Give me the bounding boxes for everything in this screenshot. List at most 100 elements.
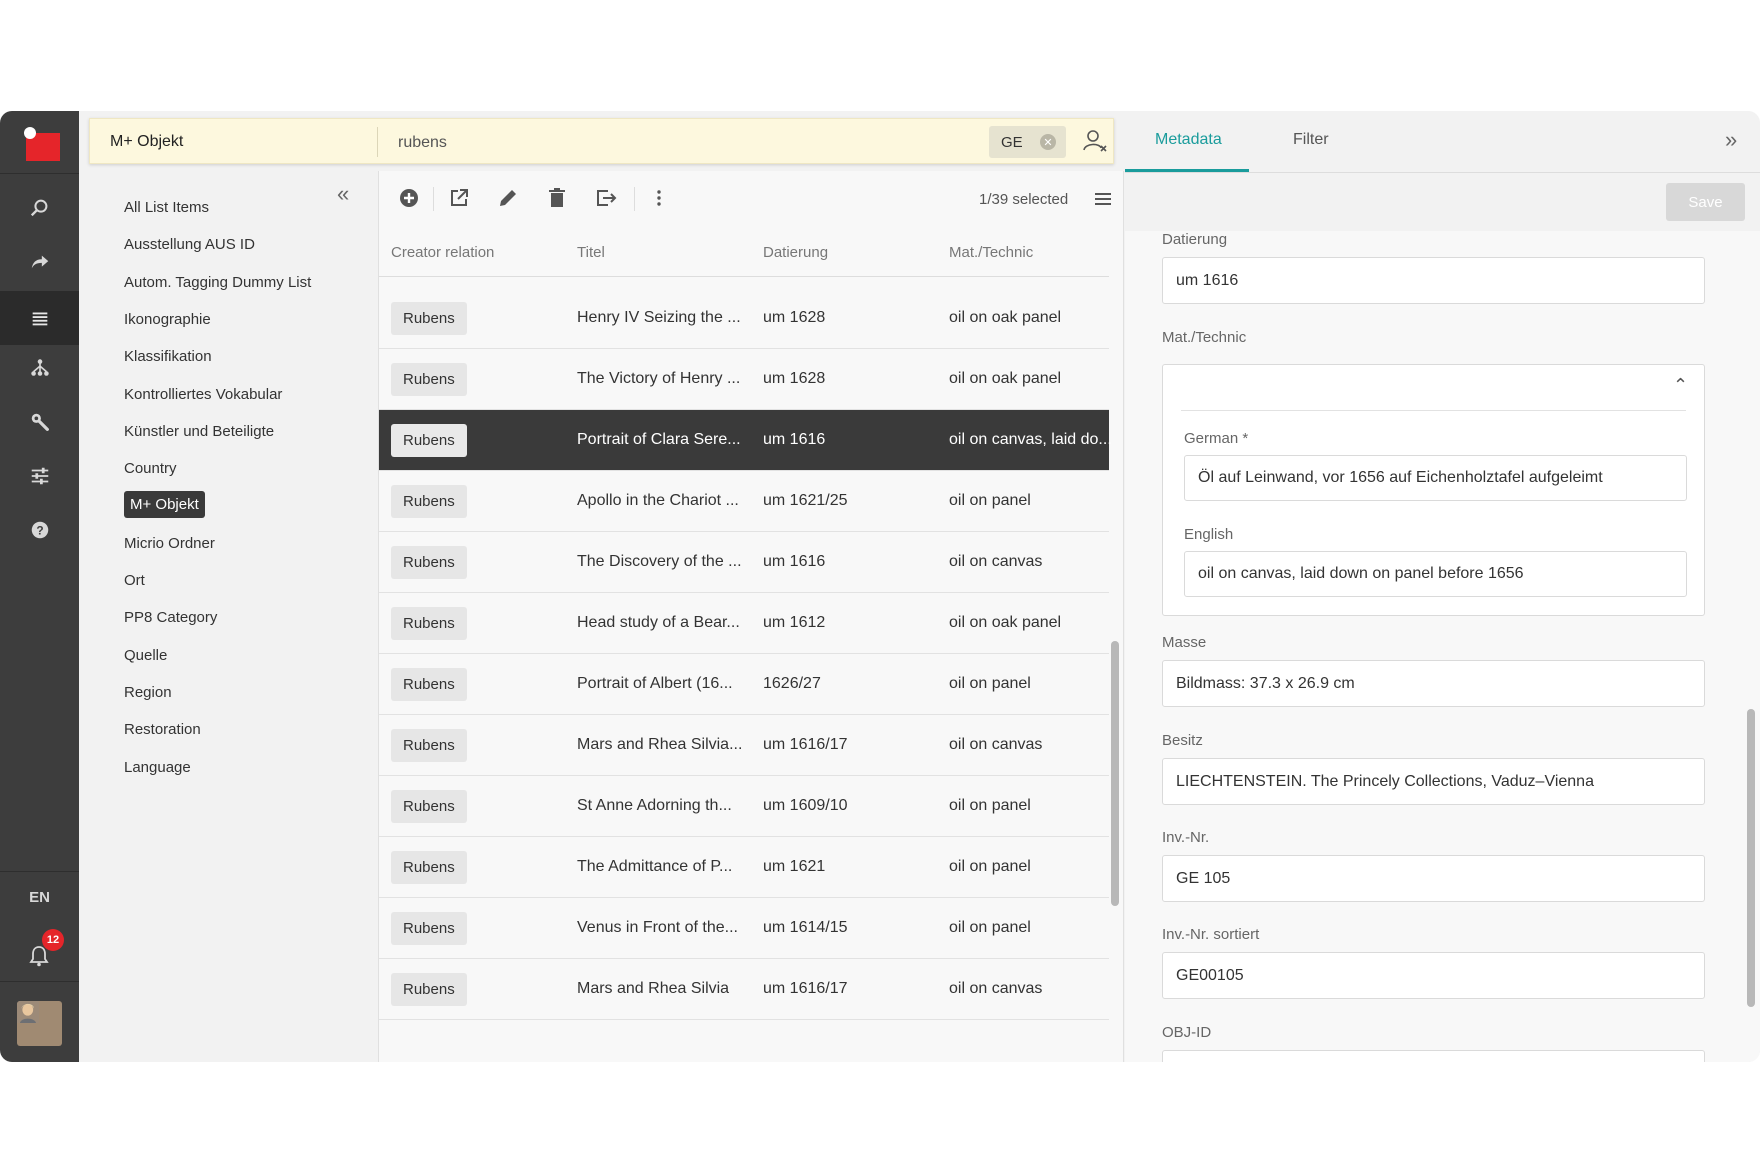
list-item[interactable]: Ausstellung AUS ID	[124, 236, 255, 253]
delete-icon[interactable]	[545, 186, 569, 210]
rail-share[interactable]	[0, 235, 79, 289]
column-menu-icon[interactable]	[1093, 189, 1113, 209]
table-row[interactable]: Rubens Head study of a Bear... um 1612 o…	[379, 593, 1109, 654]
cell-mat: oil on oak panel	[949, 614, 1062, 631]
list-item[interactable]: Region	[124, 684, 172, 701]
rail-tools[interactable]	[0, 395, 79, 449]
export-icon[interactable]	[594, 186, 618, 210]
rail-help[interactable]: ?	[0, 503, 79, 557]
creator-tag[interactable]: Rubens	[391, 363, 467, 396]
table-row[interactable]: Rubens Henry IV Seizing the ... um 1628 …	[379, 288, 1109, 349]
table-row-selected[interactable]: Rubens Portrait of Clara Sere... um 1616…	[379, 410, 1112, 471]
search-icon	[30, 199, 47, 217]
column-header[interactable]: Creator relation	[391, 244, 494, 261]
chevron-up-icon[interactable]: ⌃	[1673, 375, 1688, 396]
column-header[interactable]: Datierung	[763, 244, 828, 261]
besitz-field[interactable]: LIECHTENSTEIN. The Princely Collections,…	[1162, 758, 1705, 805]
tab-filter[interactable]: Filter	[1293, 131, 1329, 149]
creator-tag[interactable]: Rubens	[391, 302, 467, 335]
list-item[interactable]: Language	[124, 759, 191, 776]
creator-tag[interactable]: Rubens	[391, 851, 467, 884]
wrench-icon	[31, 413, 49, 431]
cell-datierung: um 1612	[763, 614, 826, 631]
table-row[interactable]: Rubens Mars and Rhea Silvia um 1616/17 o…	[379, 959, 1109, 1020]
creator-tag[interactable]: Rubens	[391, 424, 467, 457]
inv-nr-sortiert-field[interactable]: GE00105	[1162, 952, 1705, 999]
creator-tag[interactable]: Rubens	[391, 607, 467, 640]
tab-metadata[interactable]: Metadata	[1155, 131, 1222, 149]
masse-field[interactable]: Bildmass: 37.3 x 26.9 cm	[1162, 660, 1705, 707]
cell-titel: Head study of a Bear...	[577, 614, 740, 631]
column-header[interactable]: Mat./Technic	[949, 244, 1033, 261]
save-bar: Save	[1125, 173, 1760, 231]
rail-hierarchy[interactable]	[0, 341, 79, 395]
list-item[interactable]: Micrio Ordner	[124, 535, 215, 552]
creator-tag[interactable]: Rubens	[391, 485, 467, 518]
obj-id-field[interactable]	[1162, 1050, 1705, 1062]
list-item[interactable]: Quelle	[124, 647, 167, 664]
list-item[interactable]: Ort	[124, 572, 145, 589]
table-row[interactable]: Rubens Apollo in the Chariot ... um 1621…	[379, 471, 1109, 532]
column-header[interactable]: Titel	[577, 244, 605, 261]
avatar[interactable]	[17, 1001, 62, 1046]
table-row[interactable]: Rubens Mars and Rhea Silvia... um 1616/1…	[379, 715, 1109, 776]
user-remove-icon[interactable]	[1082, 128, 1108, 154]
hierarchy-icon	[30, 359, 49, 376]
cell-mat: oil on canvas, laid do...	[949, 431, 1112, 448]
expand-panel-icon[interactable]: »	[1725, 127, 1737, 153]
svg-text:?: ?	[36, 524, 43, 538]
cell-mat: oil on canvas	[949, 736, 1043, 753]
list-item[interactable]: Restoration	[124, 721, 201, 738]
open-external-icon[interactable]	[447, 186, 471, 210]
datierung-field[interactable]: um 1616	[1162, 257, 1705, 304]
save-button[interactable]: Save	[1666, 183, 1745, 221]
filter-chip[interactable]: GE ✕	[989, 126, 1066, 158]
language-switch[interactable]: EN	[0, 889, 79, 906]
close-icon[interactable]: ✕	[1040, 134, 1056, 150]
collapse-panel-icon[interactable]: «	[337, 181, 349, 207]
creator-tag[interactable]: Rubens	[391, 546, 467, 579]
inv-nr-field[interactable]: GE 105	[1162, 855, 1705, 902]
table-row[interactable]: Rubens The Discovery of the ... um 1616 …	[379, 532, 1109, 593]
creator-tag[interactable]: Rubens	[391, 668, 467, 701]
rail-search[interactable]	[0, 181, 79, 235]
cell-mat: oil on oak panel	[949, 309, 1062, 326]
rail-lists[interactable]	[0, 291, 79, 345]
add-icon[interactable]	[397, 186, 421, 210]
search-scope[interactable]: M+ Objekt	[110, 133, 183, 151]
table-row[interactable]: Rubens Venus in Front of the... um 1614/…	[379, 898, 1109, 959]
creator-tag[interactable]: Rubens	[391, 790, 467, 823]
list-item[interactable]: Ikonographie	[124, 311, 211, 328]
english-field[interactable]: oil on canvas, laid down on panel before…	[1184, 551, 1687, 597]
cell-titel: Portrait of Albert (16...	[577, 675, 733, 692]
cell-mat: oil on oak panel	[949, 370, 1062, 387]
app-logo[interactable]	[18, 123, 61, 166]
cell-mat: oil on panel	[949, 797, 1031, 814]
list-icon	[32, 312, 47, 326]
cell-datierung: um 1616/17	[763, 980, 848, 997]
table-row[interactable]: Rubens The Victory of Henry ... um 1628 …	[379, 349, 1109, 410]
list-item[interactable]: Klassifikation	[124, 348, 212, 365]
more-vertical-icon[interactable]	[647, 186, 671, 210]
list-item[interactable]: Kontrolliertes Vokabular	[124, 386, 282, 403]
list-item[interactable]: All List Items	[124, 199, 209, 216]
list-item[interactable]: Country	[124, 460, 177, 477]
list-item-selected[interactable]: M+ Objekt	[124, 491, 205, 518]
table-row[interactable]: Rubens St Anne Adorning th... um 1609/10…	[379, 776, 1109, 837]
search-input[interactable]: rubens	[398, 134, 447, 152]
rail-settings[interactable]	[0, 449, 79, 503]
german-field[interactable]: Öl auf Leinwand, vor 1656 auf Eichenholz…	[1184, 455, 1687, 501]
creator-tag[interactable]: Rubens	[391, 973, 467, 1006]
creator-tag[interactable]: Rubens	[391, 729, 467, 762]
vertical-scrollbar[interactable]	[1111, 641, 1119, 906]
table-row[interactable]: Rubens Portrait of Albert (16... 1626/27…	[379, 654, 1109, 715]
list-item[interactable]: Autom. Tagging Dummy List	[124, 274, 311, 291]
list-item[interactable]: PP8 Category	[124, 609, 217, 626]
field-label: Masse	[1162, 634, 1207, 651]
detail-scrollbar[interactable]	[1747, 709, 1755, 1007]
cell-mat: oil on canvas	[949, 553, 1043, 570]
creator-tag[interactable]: Rubens	[391, 912, 467, 945]
table-row[interactable]: Rubens The Admittance of P... um 1621 oi…	[379, 837, 1109, 898]
edit-icon[interactable]	[496, 186, 520, 210]
list-item[interactable]: Künstler und Beteiligte	[124, 423, 274, 440]
